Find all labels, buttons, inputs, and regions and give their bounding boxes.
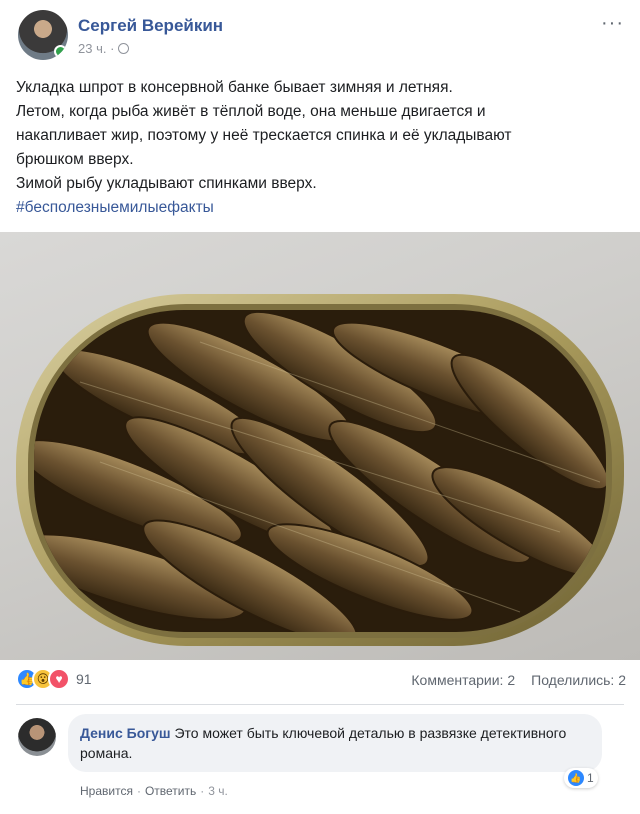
comment-like-count: 1 <box>587 771 594 785</box>
commenter-name[interactable]: Денис Богуш <box>80 725 171 741</box>
post-text-line: брюшком вверх. <box>16 151 134 168</box>
divider <box>16 704 624 705</box>
post-text-line: Летом, когда рыба живёт в тёплой воде, о… <box>16 103 486 120</box>
engagement-stats: Комментарии: 2 Поделились: 2 <box>411 672 626 688</box>
hashtag-link[interactable]: #бесполезныемилыефакты <box>16 196 626 220</box>
post-text: Укладка шпрот в консервной банке бывает … <box>16 76 626 220</box>
reactions-summary[interactable]: 👍 😮 ♥ 91 <box>16 668 92 690</box>
shares-count-link[interactable]: Поделились: 2 <box>531 672 626 688</box>
like-icon: 👍 <box>568 770 584 786</box>
commenter-avatar[interactable] <box>18 718 56 756</box>
post-text-line: Укладка шпрот в консервной банке бывает … <box>16 79 453 96</box>
globe-icon <box>118 43 130 54</box>
comment-reactions[interactable]: 👍 1 <box>564 768 598 788</box>
more-options-button[interactable]: ··· <box>601 12 624 35</box>
post-meta: 23 ч. · <box>78 41 130 56</box>
reaction-count: 91 <box>76 671 92 687</box>
post-time[interactable]: 23 ч. · <box>78 41 114 56</box>
online-status-icon <box>54 45 67 58</box>
post-header: Сергей Верейкин 23 ч. · ··· <box>16 10 624 66</box>
post-text-line: накапливает жир, поэтому у неё трескаетс… <box>16 127 512 144</box>
comment-actions: Нравится · Ответить · 3 ч. <box>80 784 228 798</box>
reply-comment-button[interactable]: Ответить <box>145 784 196 798</box>
separator: · <box>200 784 205 798</box>
love-icon: ♥ <box>48 668 70 690</box>
comment-bubble: Денис Богуш Это может быть ключевой дета… <box>68 714 602 772</box>
comment-time[interactable]: 3 ч. <box>208 784 228 798</box>
like-comment-button[interactable]: Нравится <box>80 784 133 798</box>
author-name[interactable]: Сергей Верейкин <box>78 16 223 36</box>
sprats-can-image <box>16 294 624 646</box>
comment: Денис Богуш Это может быть ключевой дета… <box>16 714 624 810</box>
post-text-line: Зимой рыбу укладывают спинками вверх. <box>16 175 317 192</box>
post-photo[interactable] <box>0 232 640 660</box>
comments-count-link[interactable]: Комментарии: 2 <box>411 672 515 688</box>
author-avatar[interactable] <box>18 10 68 60</box>
separator: · <box>136 784 141 798</box>
post-stats: 👍 😮 ♥ 91 Комментарии: 2 Поделились: 2 <box>16 666 626 696</box>
